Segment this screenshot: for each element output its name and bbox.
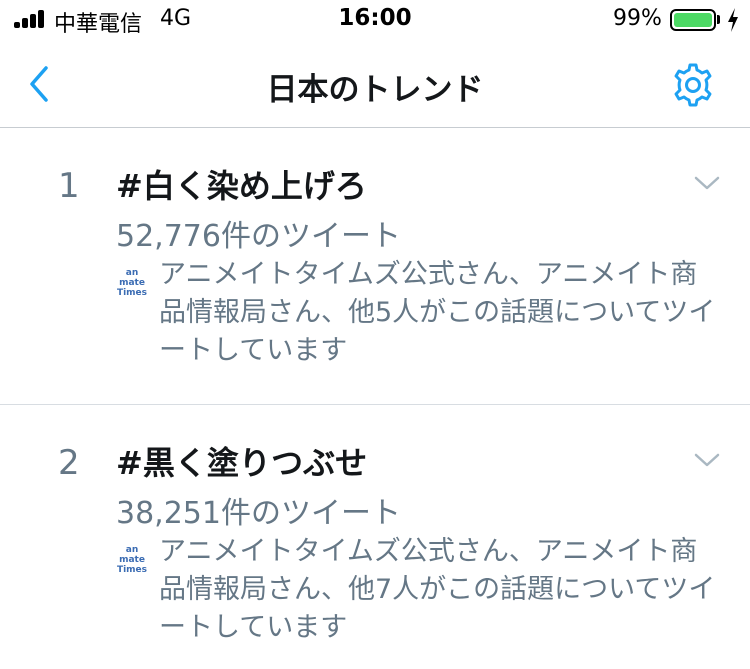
- chevron-down-icon[interactable]: [694, 452, 720, 468]
- chevron-down-icon[interactable]: [694, 175, 720, 191]
- gear-icon[interactable]: [670, 62, 716, 108]
- battery-fill: [674, 13, 712, 27]
- trend-item[interactable]: 1 #白く染め上げろ 52,776件のツイート an mate Times アニメ…: [0, 128, 750, 405]
- battery-icon: [670, 9, 716, 31]
- animate-times-logo: an mate Times: [116, 545, 148, 575]
- page-title: 日本のトレンド: [266, 72, 484, 108]
- trend-name[interactable]: #黒く塗りつぶせ: [116, 438, 367, 484]
- charging-bolt-icon: [728, 8, 738, 32]
- trend-context: アニメイトタイムズ公式さん、アニメイト商品情報局さん、他5人がこの話題についてツ…: [159, 259, 716, 366]
- trend-context: アニメイトタイムズ公式さん、アニメイト商品情報局さん、他7人がこの話題についてツ…: [159, 536, 716, 643]
- trend-name[interactable]: #白く染め上げろ: [116, 161, 367, 207]
- tweet-count: 38,251件のツイート: [116, 496, 401, 531]
- trend-item[interactable]: 2 #黒く塗りつぶせ 38,251件のツイート an mate Times アニメ…: [0, 405, 750, 669]
- trend-rank: 1: [58, 166, 80, 206]
- battery-percent: 99%: [613, 6, 662, 31]
- trend-rank: 2: [58, 443, 80, 483]
- tweet-count: 52,776件のツイート: [116, 219, 401, 254]
- navigation-bar: 日本のトレンド: [0, 40, 750, 128]
- status-bar: 中華電信 4G 16:00 99%: [0, 0, 750, 40]
- battery-tip: [717, 15, 720, 24]
- animate-times-logo: an mate Times: [116, 268, 148, 298]
